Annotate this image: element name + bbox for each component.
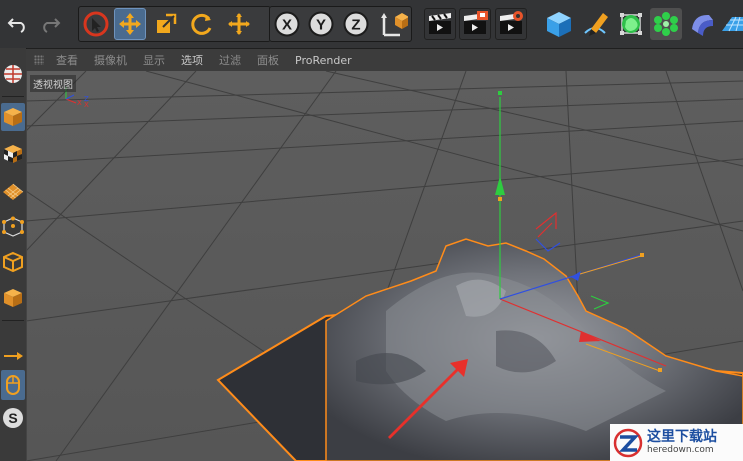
menu-display[interactable]: 显示 <box>143 52 165 68</box>
tweak-mode-button[interactable] <box>1 370 25 400</box>
cube-button[interactable] <box>543 8 575 40</box>
workplane-button[interactable] <box>1 175 25 203</box>
bend-deformer-icon <box>692 14 713 36</box>
mode-palette: S <box>0 48 27 461</box>
axis-z-button[interactable]: Z <box>340 8 372 40</box>
axis-x-label: X <box>282 17 292 34</box>
menu-panel[interactable]: 面板 <box>257 52 279 68</box>
render-view-button[interactable] <box>424 8 456 40</box>
rotate-icon <box>191 13 212 35</box>
scale-tool-button[interactable] <box>150 8 182 40</box>
axis-x-button[interactable]: X <box>271 8 303 40</box>
rotate-tool-button[interactable] <box>186 8 218 40</box>
points-cube-icon <box>2 216 24 237</box>
bend-deformer-button[interactable] <box>686 8 718 40</box>
render-clapper-icon <box>429 13 451 34</box>
menu-filter[interactable]: 过滤 <box>219 52 241 68</box>
axis-y-icon: Y <box>308 11 334 37</box>
undo-button[interactable] <box>2 8 34 40</box>
cloner-icon <box>654 12 678 36</box>
cursor-select-icon <box>83 11 109 37</box>
subdivision-surface-icon <box>620 13 642 35</box>
svg-text:Z: Z <box>84 95 89 103</box>
cloner-button[interactable] <box>650 8 682 40</box>
move-plus-icon <box>228 13 250 35</box>
edges-cube-icon <box>3 251 23 273</box>
make-editable-button[interactable] <box>1 60 25 88</box>
render-region-icon <box>464 11 488 34</box>
viewport-menu-bar: 查看 摄像机 显示 选项 过滤 面板 ProRender <box>26 49 743 71</box>
viewport-scene: X X Z <box>26 71 743 461</box>
select-tool-button[interactable] <box>80 8 112 40</box>
redo-button[interactable] <box>34 8 66 40</box>
pen-spline-icon <box>584 13 608 36</box>
svg-text:X: X <box>77 99 82 107</box>
snap-button[interactable]: S <box>1 404 25 432</box>
main-toolbar: X Y Z <box>0 0 743 49</box>
axis-y-button[interactable]: Y <box>305 8 337 40</box>
subdivision-surface-button[interactable] <box>615 8 647 40</box>
point-mode-button[interactable] <box>1 213 25 241</box>
axis-z-icon: Z <box>343 11 369 37</box>
menu-options[interactable]: 选项 <box>181 52 203 68</box>
checker-cube-icon <box>4 145 22 163</box>
render-settings-icon <box>500 11 523 34</box>
scale-icon <box>157 13 177 33</box>
viewport-label: 透视视图 <box>30 75 76 92</box>
snap-s-icon: S <box>3 408 23 428</box>
render-picture-viewer-button[interactable] <box>459 8 491 40</box>
move-icon <box>119 13 141 35</box>
cube-icon <box>547 12 571 37</box>
axis-y-label: Y <box>316 17 326 34</box>
menu-prorender[interactable]: ProRender <box>295 54 352 67</box>
perspective-viewport[interactable]: X X Z 透视视图 <box>26 71 743 461</box>
menu-cameras[interactable]: 摄像机 <box>94 52 127 68</box>
watermark-title: 这里下载站 <box>647 429 717 445</box>
polygons-cube-icon <box>4 289 22 307</box>
watermark: 这里下载站 heredown.com <box>610 424 743 461</box>
texture-mode-button[interactable] <box>1 140 25 168</box>
axis-mode-button[interactable] <box>1 342 25 370</box>
axis-x-icon: X <box>274 11 300 37</box>
menu-view[interactable]: 查看 <box>56 52 78 68</box>
render-settings-button[interactable] <box>495 8 527 40</box>
mouse-icon <box>6 375 20 395</box>
move-tool-button[interactable] <box>114 8 146 40</box>
polygon-mode-button[interactable] <box>1 284 25 312</box>
globe-icon <box>4 65 22 83</box>
add-move-button[interactable] <box>223 8 255 40</box>
arrow-right-icon <box>4 352 23 360</box>
pen-button[interactable] <box>580 8 612 40</box>
watermark-url: heredown.com <box>647 445 714 455</box>
coordinate-system-icon <box>381 13 408 37</box>
model-mode-button[interactable] <box>1 103 25 131</box>
axis-z-label: Z <box>351 17 360 34</box>
watermark-logo-icon <box>613 428 643 457</box>
redo-icon <box>43 18 61 33</box>
coordinate-system-button[interactable] <box>377 8 409 40</box>
undo-icon <box>7 18 25 33</box>
model-cube-icon <box>4 108 22 126</box>
floor-button[interactable] <box>720 8 743 40</box>
grid-plane-icon <box>3 183 24 200</box>
svg-text:S: S <box>8 410 17 426</box>
floor-grid-icon <box>722 16 743 32</box>
viewport-grip-icon[interactable] <box>34 55 44 65</box>
edge-mode-button[interactable] <box>1 248 25 276</box>
